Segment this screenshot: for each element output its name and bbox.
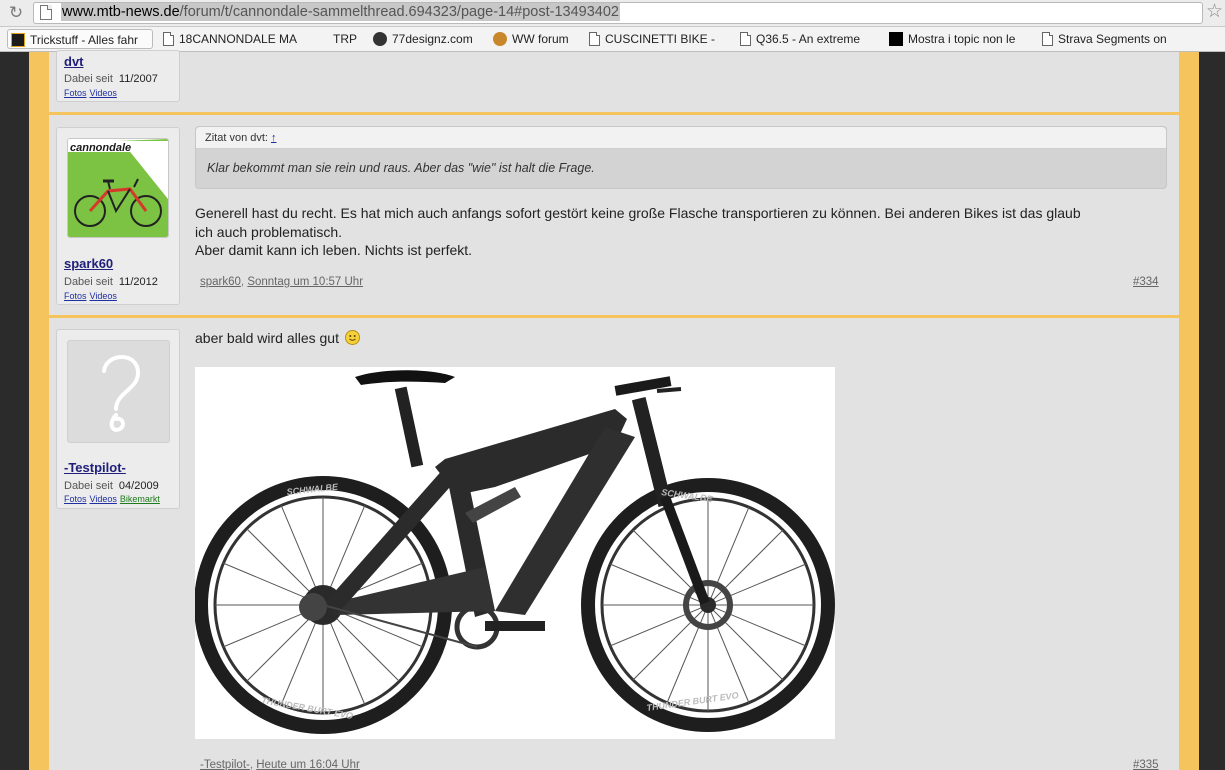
post-body-line: ich auch problematisch. xyxy=(195,223,343,240)
right-border xyxy=(1179,52,1199,770)
quote-header: Zitat von dvt: ↑ xyxy=(196,127,1166,149)
post-time-link[interactable]: Heute um 16:04 Uhr xyxy=(256,759,360,770)
77designz-icon xyxy=(373,32,387,46)
post-separator xyxy=(49,112,1179,115)
quote-block: Zitat von dvt: ↑ Klar bekommt man sie rei… xyxy=(195,126,1167,189)
user-links: Fotos Videos Bikemarkt xyxy=(64,494,163,504)
bookmark-18cannondale[interactable]: 18CANNONDALE MA xyxy=(163,29,298,49)
bookmark-strava[interactable]: Strava Segments on xyxy=(1042,29,1177,49)
bookmark-label: 18CANNONDALE MA xyxy=(179,32,298,46)
post-meta: -Testpilot-, Heute um 16:04 Uhr xyxy=(200,759,360,770)
post-author-link[interactable]: -Testpilot- xyxy=(200,759,250,770)
bookmark-label: CUSCINETTI BIKE - xyxy=(605,32,716,46)
member-since-date: 11/2012 xyxy=(118,276,158,288)
user-info-dvt: dvt Dabei seit 11/2007 Fotos Videos xyxy=(56,50,180,102)
post-number-link[interactable]: #335 xyxy=(1133,759,1159,770)
url-path: /forum/t/cannondale-sammelthread.694323/… xyxy=(179,4,619,20)
bookmark-mostra-topic[interactable]: Mostra i topic non le xyxy=(889,29,1024,49)
bookmark-star-icon[interactable]: ☆ xyxy=(1206,1,1223,23)
videos-link[interactable]: Videos xyxy=(90,494,117,504)
post-body: aber bald wird alles gut xyxy=(195,329,360,348)
bookmark-trp[interactable]: TRP xyxy=(333,29,363,49)
document-icon xyxy=(740,32,751,46)
bikemarkt-link[interactable]: Bikemarkt xyxy=(120,494,160,504)
document-icon xyxy=(1042,32,1053,46)
post-body-line: Aber damit kann ich leben. Nichts ist pe… xyxy=(195,242,473,258)
member-since-label: Dabei seit xyxy=(64,73,113,85)
bookmark-label: Strava Segments on xyxy=(1058,32,1167,46)
bookmark-ww-forum[interactable]: WW forum xyxy=(493,29,573,49)
post-body: Generell hast du recht. Es hat mich auch… xyxy=(195,204,1170,260)
member-since-date: 11/2007 xyxy=(118,73,158,85)
left-border xyxy=(29,52,49,770)
bookmark-label: Trickstuff - Alles fahr xyxy=(30,33,139,47)
post-meta: spark60, Sonntag um 10:57 Uhr xyxy=(200,276,364,288)
svg-text:cannondale: cannondale xyxy=(70,142,131,154)
bookmark-q365[interactable]: Q36.5 - An extreme xyxy=(740,29,875,49)
videos-link[interactable]: Videos xyxy=(90,88,117,98)
post-author-link[interactable]: spark60 xyxy=(200,276,241,288)
url-text[interactable]: www.mtb-news.de/forum/t/cannondale-samme… xyxy=(61,3,620,21)
member-since-label: Dabei seit xyxy=(64,480,113,492)
ww-forum-icon xyxy=(493,32,507,46)
bookmark-label: Q36.5 - An extreme xyxy=(756,32,861,46)
smiley-icon xyxy=(344,330,360,345)
bookmark-label: Mostra i topic non le xyxy=(908,32,1016,46)
quote-text: Klar bekommt man sie rein und raus. Aber… xyxy=(207,161,595,175)
user-info-testpilot: -Testpilot- Dabei seit 04/2009 Fotos Video… xyxy=(56,329,180,509)
document-icon xyxy=(589,32,600,46)
browser-toolbar: ↻ www.mtb-news.de/forum/t/cannondale-sam… xyxy=(0,0,1225,27)
bookmark-label: TRP xyxy=(333,32,357,46)
bike-photo[interactable]: SCHWALBE SCHWALBE THUNDER BURT EVO THUND… xyxy=(194,367,835,739)
user-info-spark60: cannondale spark60 Dabei seit 11/2012 Fot… xyxy=(56,127,180,305)
username-link[interactable]: spark60 xyxy=(64,256,113,271)
page-icon xyxy=(40,5,52,20)
member-since: Dabei seit 04/2009 xyxy=(64,480,159,492)
member-since: Dabei seit 11/2012 xyxy=(64,276,158,288)
bookmark-cuscinetti[interactable]: CUSCINETTI BIKE - xyxy=(589,29,729,49)
fotos-link[interactable]: Fotos xyxy=(64,88,87,98)
url-domain: www.mtb-news.de xyxy=(62,4,180,20)
fotos-link[interactable]: Fotos xyxy=(64,494,87,504)
avatar[interactable] xyxy=(67,340,170,443)
bookmark-label: WW forum xyxy=(512,32,569,46)
ad-icon xyxy=(889,32,903,46)
member-since-label: Dabei seit xyxy=(64,276,113,288)
post-number-link[interactable]: #334 xyxy=(1133,276,1159,288)
username-link[interactable]: dvt xyxy=(64,54,84,69)
post-separator xyxy=(49,315,1179,318)
post-time-link[interactable]: Sonntag um 10:57 Uhr xyxy=(247,276,363,288)
username-link[interactable]: -Testpilot- xyxy=(64,460,126,475)
trickstuff-icon xyxy=(11,33,25,47)
quote-jump-link[interactable]: ↑ xyxy=(271,132,277,144)
user-links: Fotos Videos xyxy=(64,88,120,98)
cannondale-avatar-icon: cannondale xyxy=(68,139,168,237)
avatar[interactable]: cannondale xyxy=(67,138,169,238)
post-body-text: aber bald wird alles gut xyxy=(195,330,339,346)
bookmark-label: 77designz.com xyxy=(392,32,473,46)
post-body-line: Generell hast du recht. Es hat mich auch… xyxy=(195,205,1081,221)
reload-icon[interactable]: ↻ xyxy=(6,3,26,23)
document-icon xyxy=(163,32,174,46)
user-links: Fotos Videos xyxy=(64,291,120,301)
bookmark-trickstuff[interactable]: Trickstuff - Alles fahr xyxy=(7,29,153,49)
bookmarks-bar: Trickstuff - Alles fahr 18CANNONDALE MA … xyxy=(0,27,1225,52)
default-avatar-icon xyxy=(102,355,141,432)
fotos-link[interactable]: Fotos xyxy=(64,291,87,301)
bookmark-77designz[interactable]: 77designz.com xyxy=(373,29,483,49)
quote-author: Zitat von dvt: xyxy=(205,132,268,144)
member-since: Dabei seit 11/2007 xyxy=(64,73,158,85)
videos-link[interactable]: Videos xyxy=(90,291,117,301)
bicycle-image: SCHWALBE SCHWALBE THUNDER BURT EVO THUND… xyxy=(194,367,835,739)
member-since-date: 04/2009 xyxy=(118,480,159,492)
